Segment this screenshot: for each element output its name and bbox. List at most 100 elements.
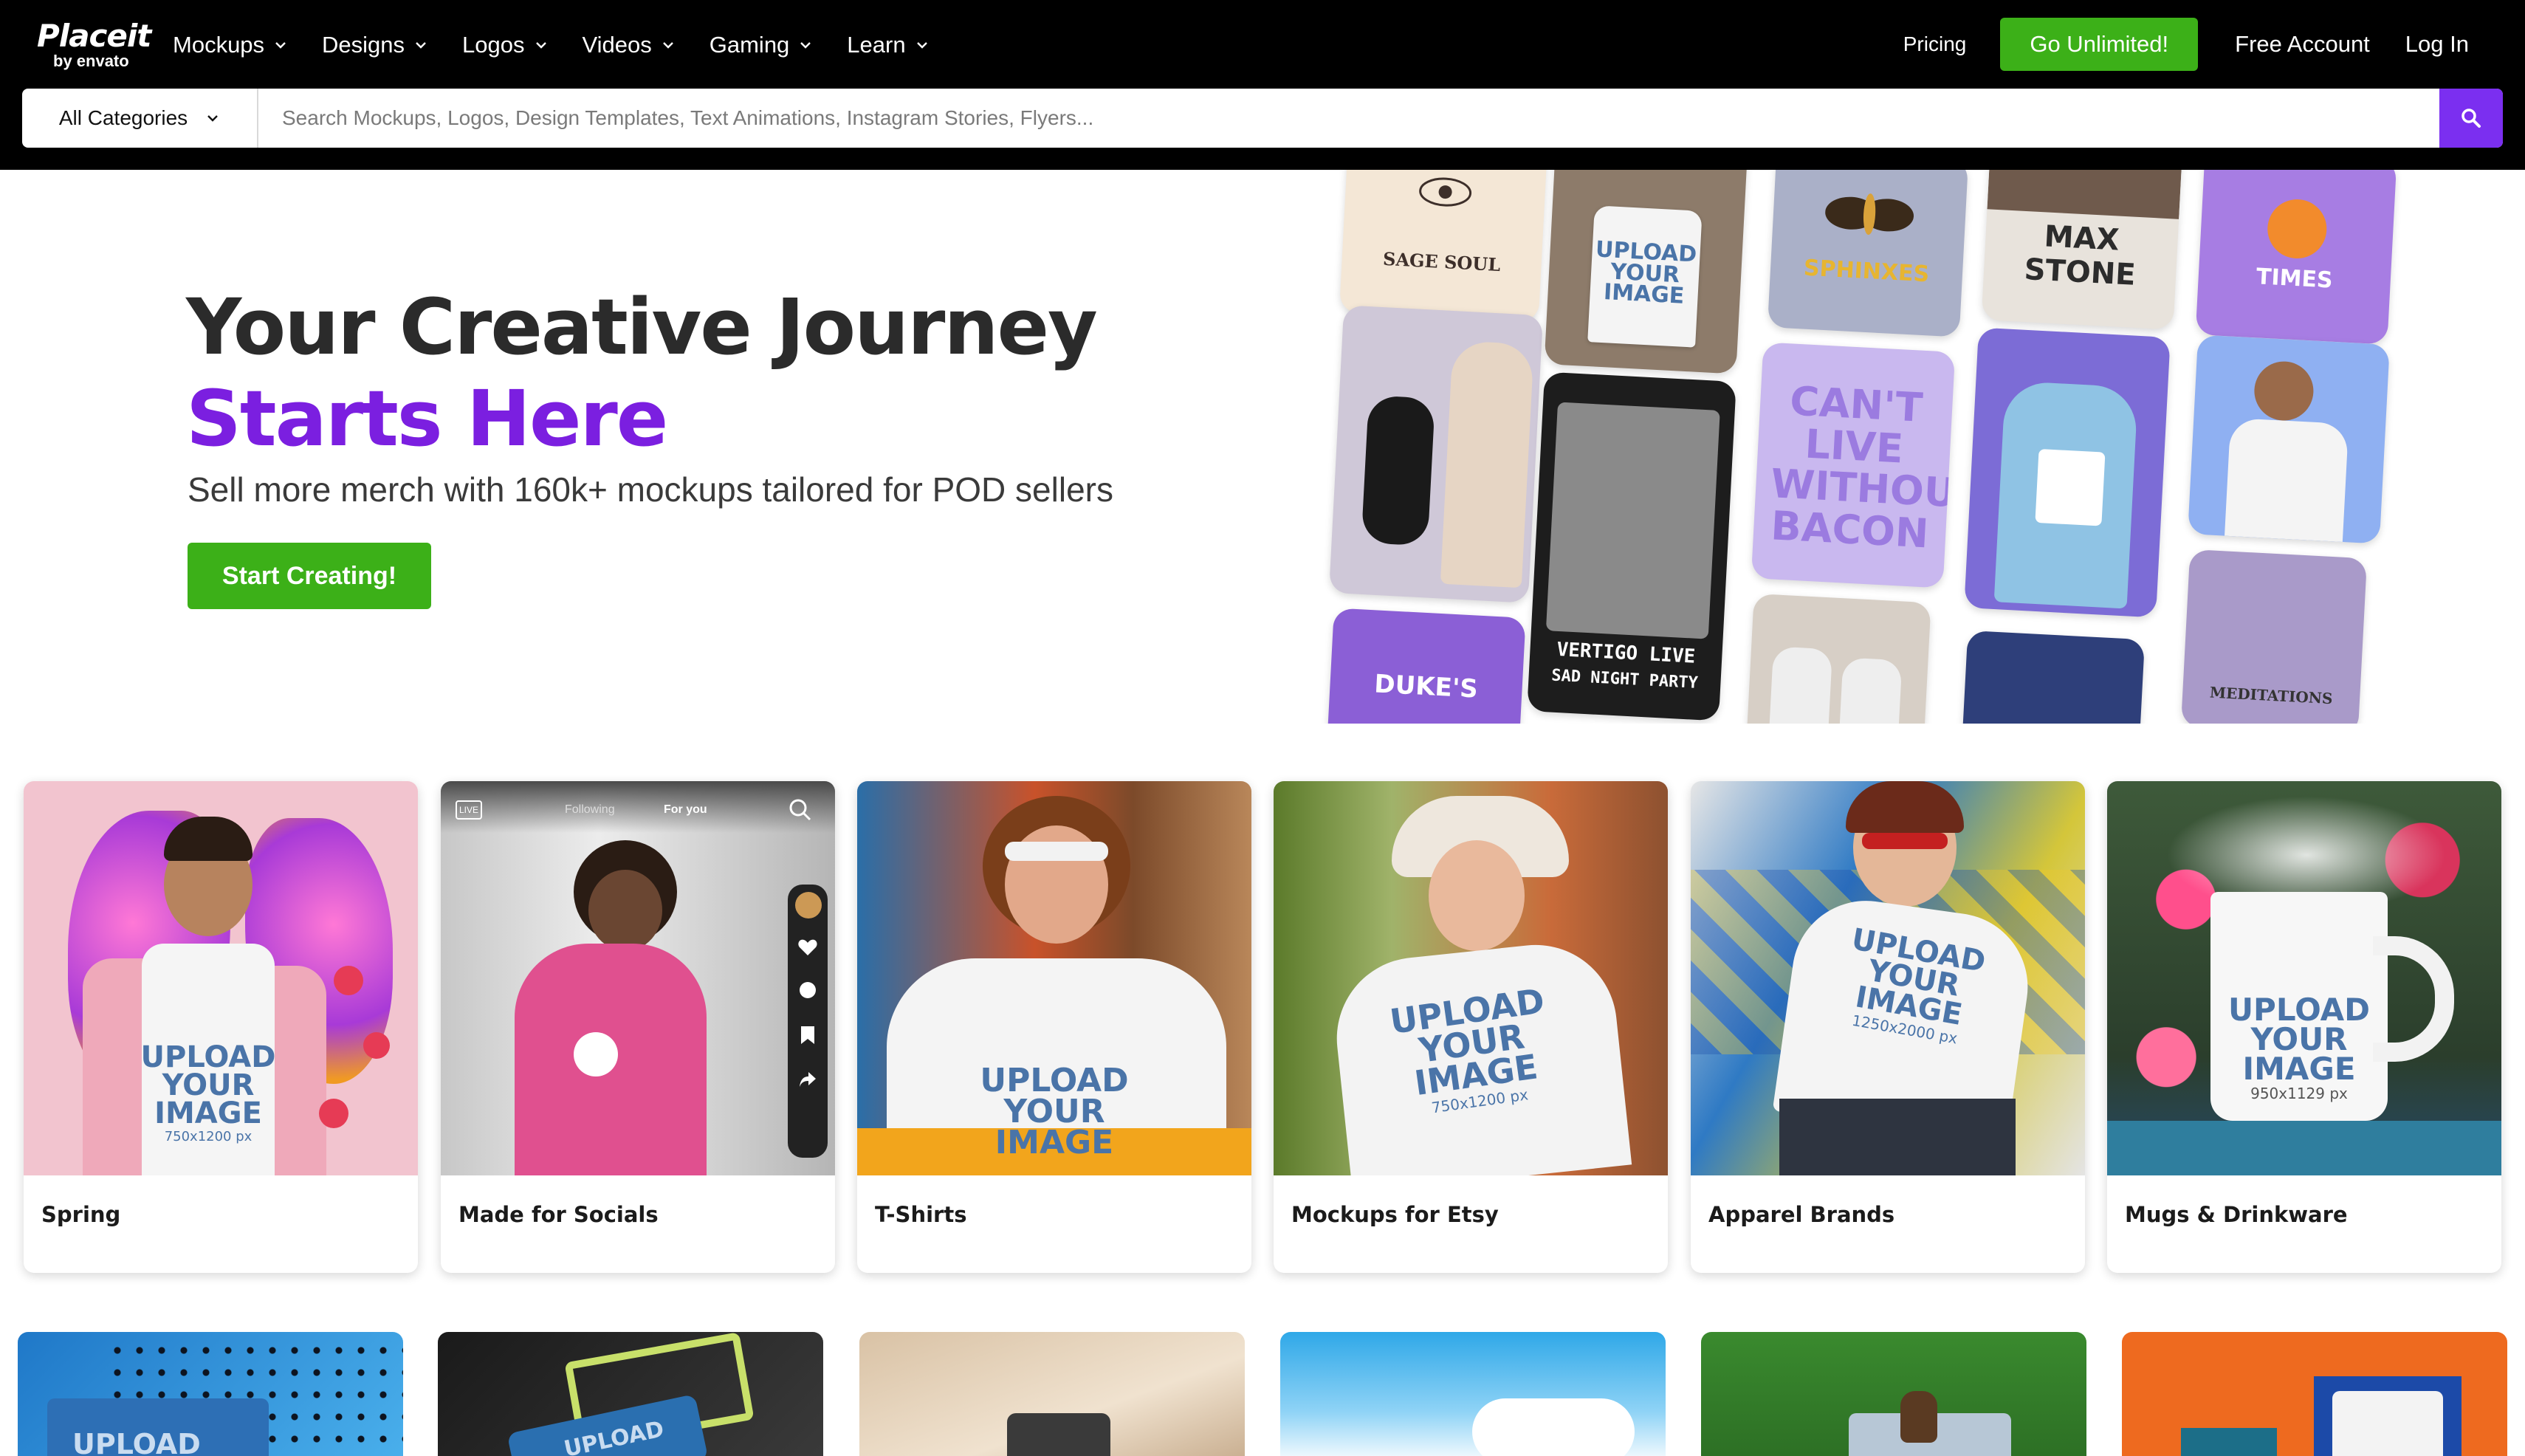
moth-icon xyxy=(1825,193,1914,236)
card-label: T-Shirts xyxy=(875,1202,967,1227)
upload-text: YOUR xyxy=(162,1068,255,1102)
bookmark-icon xyxy=(801,1026,814,1044)
hero-collage: SAGE SOUL DUKE'S UPLOAD YOUR IMAGE VERTI… xyxy=(1299,170,2407,724)
nav-label: Mockups xyxy=(173,32,265,58)
hero-subtitle: Sell more merch with 160k+ mockups tailo… xyxy=(188,470,1113,509)
collage-tile-sage-soul[interactable]: SAGE SOUL xyxy=(1339,170,1548,323)
pricing-link[interactable]: Pricing xyxy=(1903,32,1967,56)
tab-for-you: For you xyxy=(664,803,707,816)
category-dropdown-value: All Categories xyxy=(58,106,188,129)
nav-item-gaming[interactable]: Gaming xyxy=(710,32,814,58)
upload-text: UPLOAD xyxy=(2227,992,2371,1028)
chevron-down-icon xyxy=(800,42,811,49)
logo-wordmark: Placeit xyxy=(37,18,151,54)
chevron-down-icon xyxy=(916,42,927,49)
nav-item-learn[interactable]: Learn xyxy=(847,32,929,58)
main-nav: Mockups Designs Logos Videos Gaming Lear… xyxy=(173,27,930,63)
share-icon xyxy=(800,1072,816,1087)
upload-text: IMAGE xyxy=(994,1123,1114,1161)
chevron-down-icon xyxy=(535,42,546,49)
category-card-sky[interactable] xyxy=(1280,1332,1666,1456)
collage-tile-bacon[interactable]: CAN'T LIVE WITHOUT BACON xyxy=(1751,342,1956,588)
card-label: Mockups for Etsy xyxy=(1291,1202,1499,1227)
search-icon xyxy=(789,799,811,821)
nav-label: Logos xyxy=(462,32,525,58)
chevron-down-icon xyxy=(416,42,426,49)
meditations-text: MEDITATIONS xyxy=(2209,683,2334,708)
heart-icon xyxy=(798,939,817,955)
collage-tile-times[interactable]: TIMES xyxy=(2195,170,2397,345)
collage-tile-mug-woman[interactable] xyxy=(1964,327,2171,618)
category-card-tshirts[interactable]: UPLOAD YOUR IMAGE T-Shirts xyxy=(857,781,1251,1273)
sphinxes-text: SPHINXES xyxy=(1803,255,1930,288)
nav-item-mockups[interactable]: Mockups xyxy=(173,32,288,58)
vertigo-live-text: VERTIGO LIVE xyxy=(1556,638,1696,668)
collage-tile-vertigo[interactable]: VERTIGO LIVE SAD NIGHT PARTY xyxy=(1527,371,1736,721)
nav-label: Videos xyxy=(582,32,652,58)
search-icon xyxy=(2462,109,2481,128)
card-label: Spring xyxy=(41,1202,121,1227)
free-account-link[interactable]: Free Account xyxy=(2235,31,2370,58)
collage-tile-max-stone[interactable]: MAX STONE xyxy=(1981,170,2183,330)
chevron-down-icon xyxy=(207,115,219,122)
nav-item-designs[interactable]: Designs xyxy=(322,32,428,58)
card-image: UPLOAD YOUR IMAGE 750x1200 px xyxy=(1274,781,1668,1175)
account-nav: Pricing Go Unlimited! Free Account Log I… xyxy=(1903,18,2469,71)
size-text: 950x1129 px xyxy=(2250,1084,2348,1102)
category-card-spring[interactable]: UPLOAD YOUR IMAGE 750x1200 px Spring xyxy=(24,781,418,1273)
dukes-text: DUKE'S xyxy=(1373,669,1479,704)
card-label: Mugs & Drinkware xyxy=(2125,1202,2348,1227)
collage-tile-venus[interactable] xyxy=(1959,630,2146,724)
category-card-mugs[interactable]: UPLOAD YOUR IMAGE 950x1129 px Mugs & Dri… xyxy=(2107,781,2501,1273)
upload-text: UPLOAD xyxy=(72,1428,201,1456)
sad-night-text: SAD NIGHT PARTY xyxy=(1550,666,1699,693)
times-text: TIMES xyxy=(2256,264,2334,294)
category-card-phone[interactable]: UPLOAD xyxy=(438,1332,823,1456)
category-card-etsy[interactable]: UPLOAD YOUR IMAGE 750x1200 px Mockups fo… xyxy=(1274,781,1668,1273)
nav-item-videos[interactable]: Videos xyxy=(583,32,676,58)
placeit-logo[interactable]: Placeit by envato xyxy=(37,18,151,70)
search-input[interactable] xyxy=(282,89,2438,148)
card-image: UPLOAD YOUR IMAGE xyxy=(857,781,1251,1175)
comment-icon xyxy=(800,982,816,998)
nav-label: Gaming xyxy=(709,32,790,58)
card-image: LIVE Following For you xyxy=(441,781,835,1175)
category-card-socials[interactable]: LIVE Following For you Made for Socials xyxy=(441,781,835,1273)
collage-tile-tshirt-red[interactable]: UPLOAD YOUR IMAGE xyxy=(1544,170,1749,374)
upload-text: IMAGE xyxy=(2242,1050,2356,1087)
upload-text: IMAGE xyxy=(154,1096,262,1130)
live-icon: LIVE xyxy=(456,800,482,820)
collage-tile-dukes[interactable]: DUKE'S xyxy=(1324,608,1526,724)
collage-tile-delivery[interactable] xyxy=(2188,334,2390,544)
go-unlimited-button[interactable]: Go Unlimited! xyxy=(2000,18,2199,71)
category-card-picnic[interactable] xyxy=(1701,1332,2086,1456)
collage-tile-dog[interactable] xyxy=(1328,305,1544,603)
search-bar: All Categories xyxy=(22,89,2503,148)
nav-label: Designs xyxy=(322,32,405,58)
collage-tile-sphinxes[interactable]: SPHINXES xyxy=(1767,170,1969,337)
nav-item-logos[interactable]: Logos xyxy=(462,32,548,58)
collage-tile-meditations[interactable]: MEDITATIONS xyxy=(2180,549,2368,724)
upload-text: YOUR xyxy=(1003,1092,1105,1130)
chevron-down-icon xyxy=(662,42,673,49)
category-card-laptop[interactable]: UPLOAD xyxy=(18,1332,403,1456)
card-image: UPLOAD YOUR IMAGE 1250x2000 px xyxy=(1691,781,2085,1175)
card-image: UPLOAD YOUR IMAGE 750x1200 px xyxy=(24,781,418,1175)
category-card-tablet[interactable] xyxy=(859,1332,1245,1456)
logo-byline: by envato xyxy=(53,52,129,70)
hero-title-line2: Starts Here xyxy=(186,374,668,464)
upload-text: YOUR xyxy=(2250,1020,2348,1057)
hero-title-line1: Your Creative Journey xyxy=(186,282,1098,372)
nav-label: Learn xyxy=(847,32,906,58)
upload-text: UPLOAD xyxy=(140,1040,276,1074)
category-card-apparel[interactable]: UPLOAD YOUR IMAGE 1250x2000 px Apparel B… xyxy=(1691,781,2085,1273)
login-link[interactable]: Log In xyxy=(2405,31,2469,58)
upload-text: UPLOAD xyxy=(980,1062,1129,1099)
category-dropdown[interactable]: All Categories xyxy=(22,89,258,148)
start-creating-button[interactable]: Start Creating! xyxy=(188,543,431,609)
size-text: 750x1200 px xyxy=(164,1129,252,1144)
search-button[interactable] xyxy=(2439,89,2503,148)
top-navigation-bar: Placeit by envato Mockups Designs Logos … xyxy=(0,0,2525,170)
collage-tile-couple[interactable] xyxy=(1745,593,1931,724)
category-card-orange[interactable] xyxy=(2122,1332,2507,1456)
